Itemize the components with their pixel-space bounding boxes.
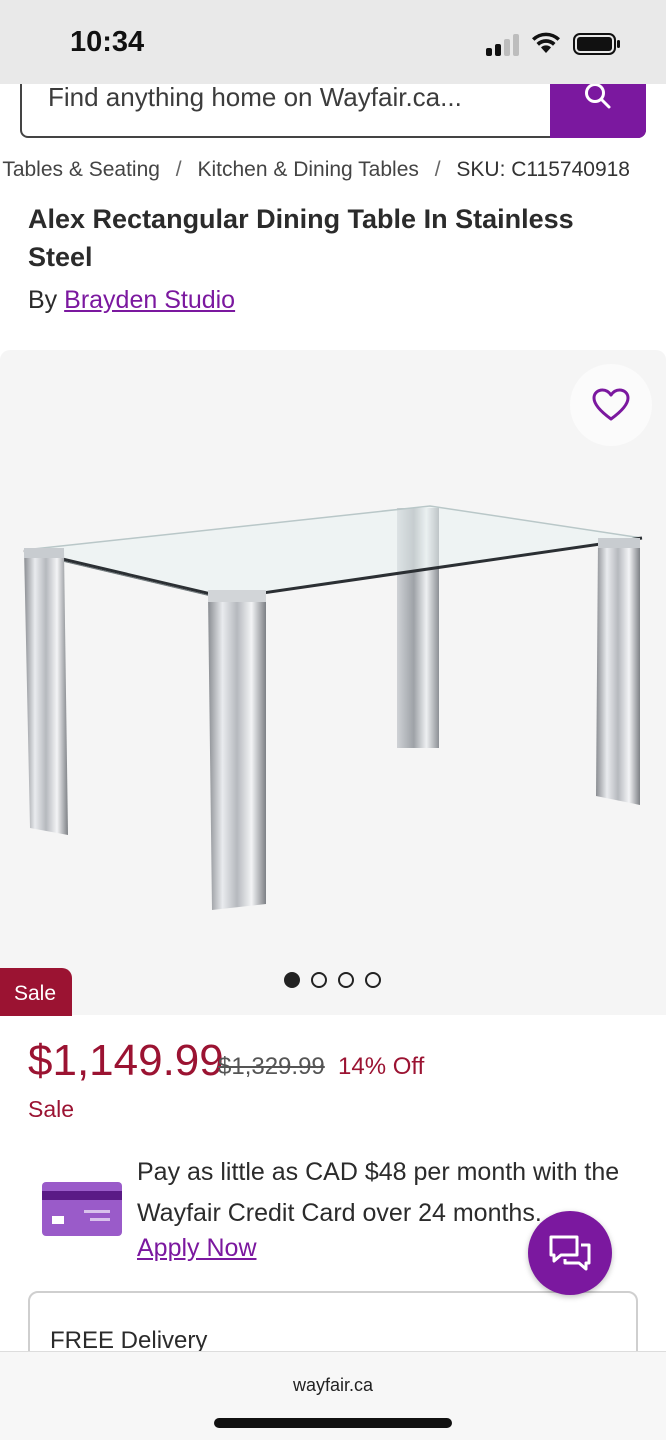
sale-label: Sale bbox=[28, 1096, 75, 1122]
chat-button[interactable] bbox=[528, 1211, 612, 1295]
apply-now-link[interactable]: Apply Now bbox=[137, 1234, 257, 1263]
carousel-dot[interactable] bbox=[365, 972, 381, 988]
breadcrumb-item-tables-seating[interactable]: Tables & Seating bbox=[2, 158, 160, 181]
chat-icon bbox=[549, 1235, 591, 1271]
search-input[interactable]: Find anything home on Wayfair.ca... bbox=[48, 82, 462, 113]
search-icon bbox=[585, 83, 611, 109]
breadcrumb-item-kitchen-dining-tables[interactable]: Kitchen & Dining Tables bbox=[197, 158, 418, 181]
breadcrumb-sku: SKU: C115740918 bbox=[456, 158, 630, 181]
current-price: $1,149.99 bbox=[28, 1036, 224, 1085]
brand-byline: By Brayden Studio bbox=[28, 286, 235, 315]
breadcrumb: Tables & Seating / Kitchen & Dining Tabl… bbox=[0, 158, 666, 188]
brand-link[interactable]: Brayden Studio bbox=[64, 286, 235, 314]
heart-icon bbox=[592, 388, 630, 421]
breadcrumb-separator: / bbox=[434, 158, 441, 181]
url-text[interactable]: wayfair.ca bbox=[0, 1375, 666, 1396]
product-title: Alex Rectangular Dining Table In Stainle… bbox=[28, 204, 574, 272]
status-time: 10:34 bbox=[70, 26, 145, 58]
favorite-button[interactable] bbox=[570, 364, 652, 446]
status-bar: 10:34 bbox=[0, 0, 666, 84]
carousel-dot[interactable] bbox=[338, 972, 354, 988]
by-label: By bbox=[28, 286, 58, 314]
original-price: $1,329.99 bbox=[218, 1053, 325, 1080]
carousel-dot[interactable] bbox=[284, 972, 300, 988]
breadcrumb-separator: / bbox=[175, 158, 182, 181]
wifi-icon bbox=[532, 32, 560, 53]
signal-icon bbox=[486, 34, 522, 56]
product-image bbox=[23, 505, 643, 910]
sale-badge: Sale bbox=[0, 968, 72, 1016]
discount-label: 14% Off bbox=[338, 1053, 425, 1080]
credit-card-icon bbox=[42, 1182, 122, 1236]
battery-icon bbox=[573, 33, 620, 55]
home-indicator bbox=[214, 1418, 452, 1428]
browser-url-bar[interactable]: wayfair.ca bbox=[0, 1351, 666, 1440]
carousel-dot[interactable] bbox=[311, 972, 327, 988]
